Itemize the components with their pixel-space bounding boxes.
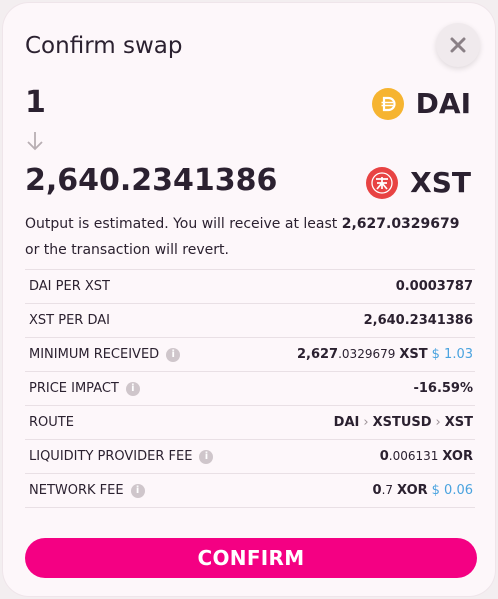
xst-token-icon (366, 166, 399, 199)
row-minimum-received: MINIMUM RECEIVED i 2,627.0329679 XST $ 1… (25, 338, 475, 372)
value-token: XOR (397, 483, 428, 498)
value-main: 0 (372, 483, 382, 498)
row-label-group: LIQUIDITY PROVIDER FEE i (25, 449, 214, 464)
arrow-down-icon (26, 131, 44, 155)
row-liquidity-provider-fee: LIQUIDITY PROVIDER FEE i 0.006131 XOR (25, 440, 475, 474)
dai-token-icon (371, 87, 404, 120)
route-value: DAI › XSTUSD › XST (334, 415, 475, 430)
to-token: XST (366, 166, 471, 199)
estimate-note: Output is estimated. You will receive at… (25, 211, 475, 263)
row-label: MINIMUM RECEIVED (29, 347, 160, 362)
info-icon[interactable]: i (199, 449, 214, 464)
close-button[interactable] (436, 23, 480, 67)
value-fraction: .006131 (388, 449, 439, 463)
row-price-impact: PRICE IMPACT i -16.59% (25, 372, 475, 406)
from-token-symbol: DAI (415, 87, 471, 120)
value-usd: $ 0.06 (431, 483, 473, 498)
note-min-amount: 2,627.0329679 (341, 216, 460, 232)
row-label-group: NETWORK FEE i (25, 483, 145, 498)
note-suffix: or the transaction will revert. (25, 242, 229, 258)
value-main: 2,627 (296, 347, 339, 362)
row-xst-per-dai: XST PER DAI 2,640.2341386 (25, 304, 475, 338)
info-icon[interactable]: i (166, 347, 181, 362)
route-step: XSTUSD (372, 415, 432, 430)
confirm-swap-dialog: Confirm swap 1 DAI 2,640.2341386 XST Out… (3, 3, 495, 596)
chevron-right-icon: › (363, 415, 369, 430)
confirm-button[interactable]: CONFIRM (25, 538, 477, 578)
value-fraction: .7 (381, 483, 394, 497)
row-value: 0.7 XOR $ 0.06 (373, 483, 475, 498)
row-value: -16.59% (413, 381, 473, 396)
info-icon[interactable]: i (125, 381, 140, 396)
row-label-group: PRICE IMPACT i (25, 381, 140, 396)
value-fraction: .0329679 (338, 347, 396, 361)
to-amount: 2,640.2341386 (25, 163, 278, 198)
row-value: 0.0003787 (395, 279, 473, 294)
row-label: DAI PER XST (29, 279, 110, 294)
row-dai-per-xst: DAI PER XST 0.0003787 (25, 270, 475, 304)
row-route: ROUTE DAI › XSTUSD › XST (25, 406, 475, 440)
from-token: DAI (371, 87, 471, 120)
from-amount: 1 (25, 85, 46, 120)
swap-details: DAI PER XST 0.0003787 XST PER DAI 2,640.… (25, 269, 475, 508)
close-icon (450, 37, 466, 53)
row-label: NETWORK FEE (29, 483, 124, 498)
row-label: LIQUIDITY PROVIDER FEE (29, 449, 193, 464)
to-token-symbol: XST (410, 166, 471, 199)
value-token: XOR (442, 449, 473, 464)
value-usd: $ 1.03 (431, 347, 473, 362)
note-prefix: Output is estimated. You will receive at… (25, 216, 338, 232)
chevron-right-icon: › (435, 415, 441, 430)
info-icon[interactable]: i (130, 483, 145, 498)
value-token: XST (399, 347, 428, 362)
dialog-title: Confirm swap (25, 33, 183, 59)
row-value: 2,640.2341386 (363, 313, 473, 328)
row-label-group: MINIMUM RECEIVED i (25, 347, 181, 362)
row-label: XST PER DAI (29, 313, 110, 328)
row-label: PRICE IMPACT (29, 381, 119, 396)
value-main: 0 (379, 449, 389, 464)
row-label: ROUTE (29, 415, 74, 430)
row-network-fee: NETWORK FEE i 0.7 XOR $ 0.06 (25, 474, 475, 508)
route-step: DAI (333, 415, 360, 430)
row-value: 2,627.0329679 XST $ 1.03 (297, 347, 475, 362)
row-value: 0.006131 XOR (380, 449, 475, 464)
route-step: XST (444, 415, 473, 430)
